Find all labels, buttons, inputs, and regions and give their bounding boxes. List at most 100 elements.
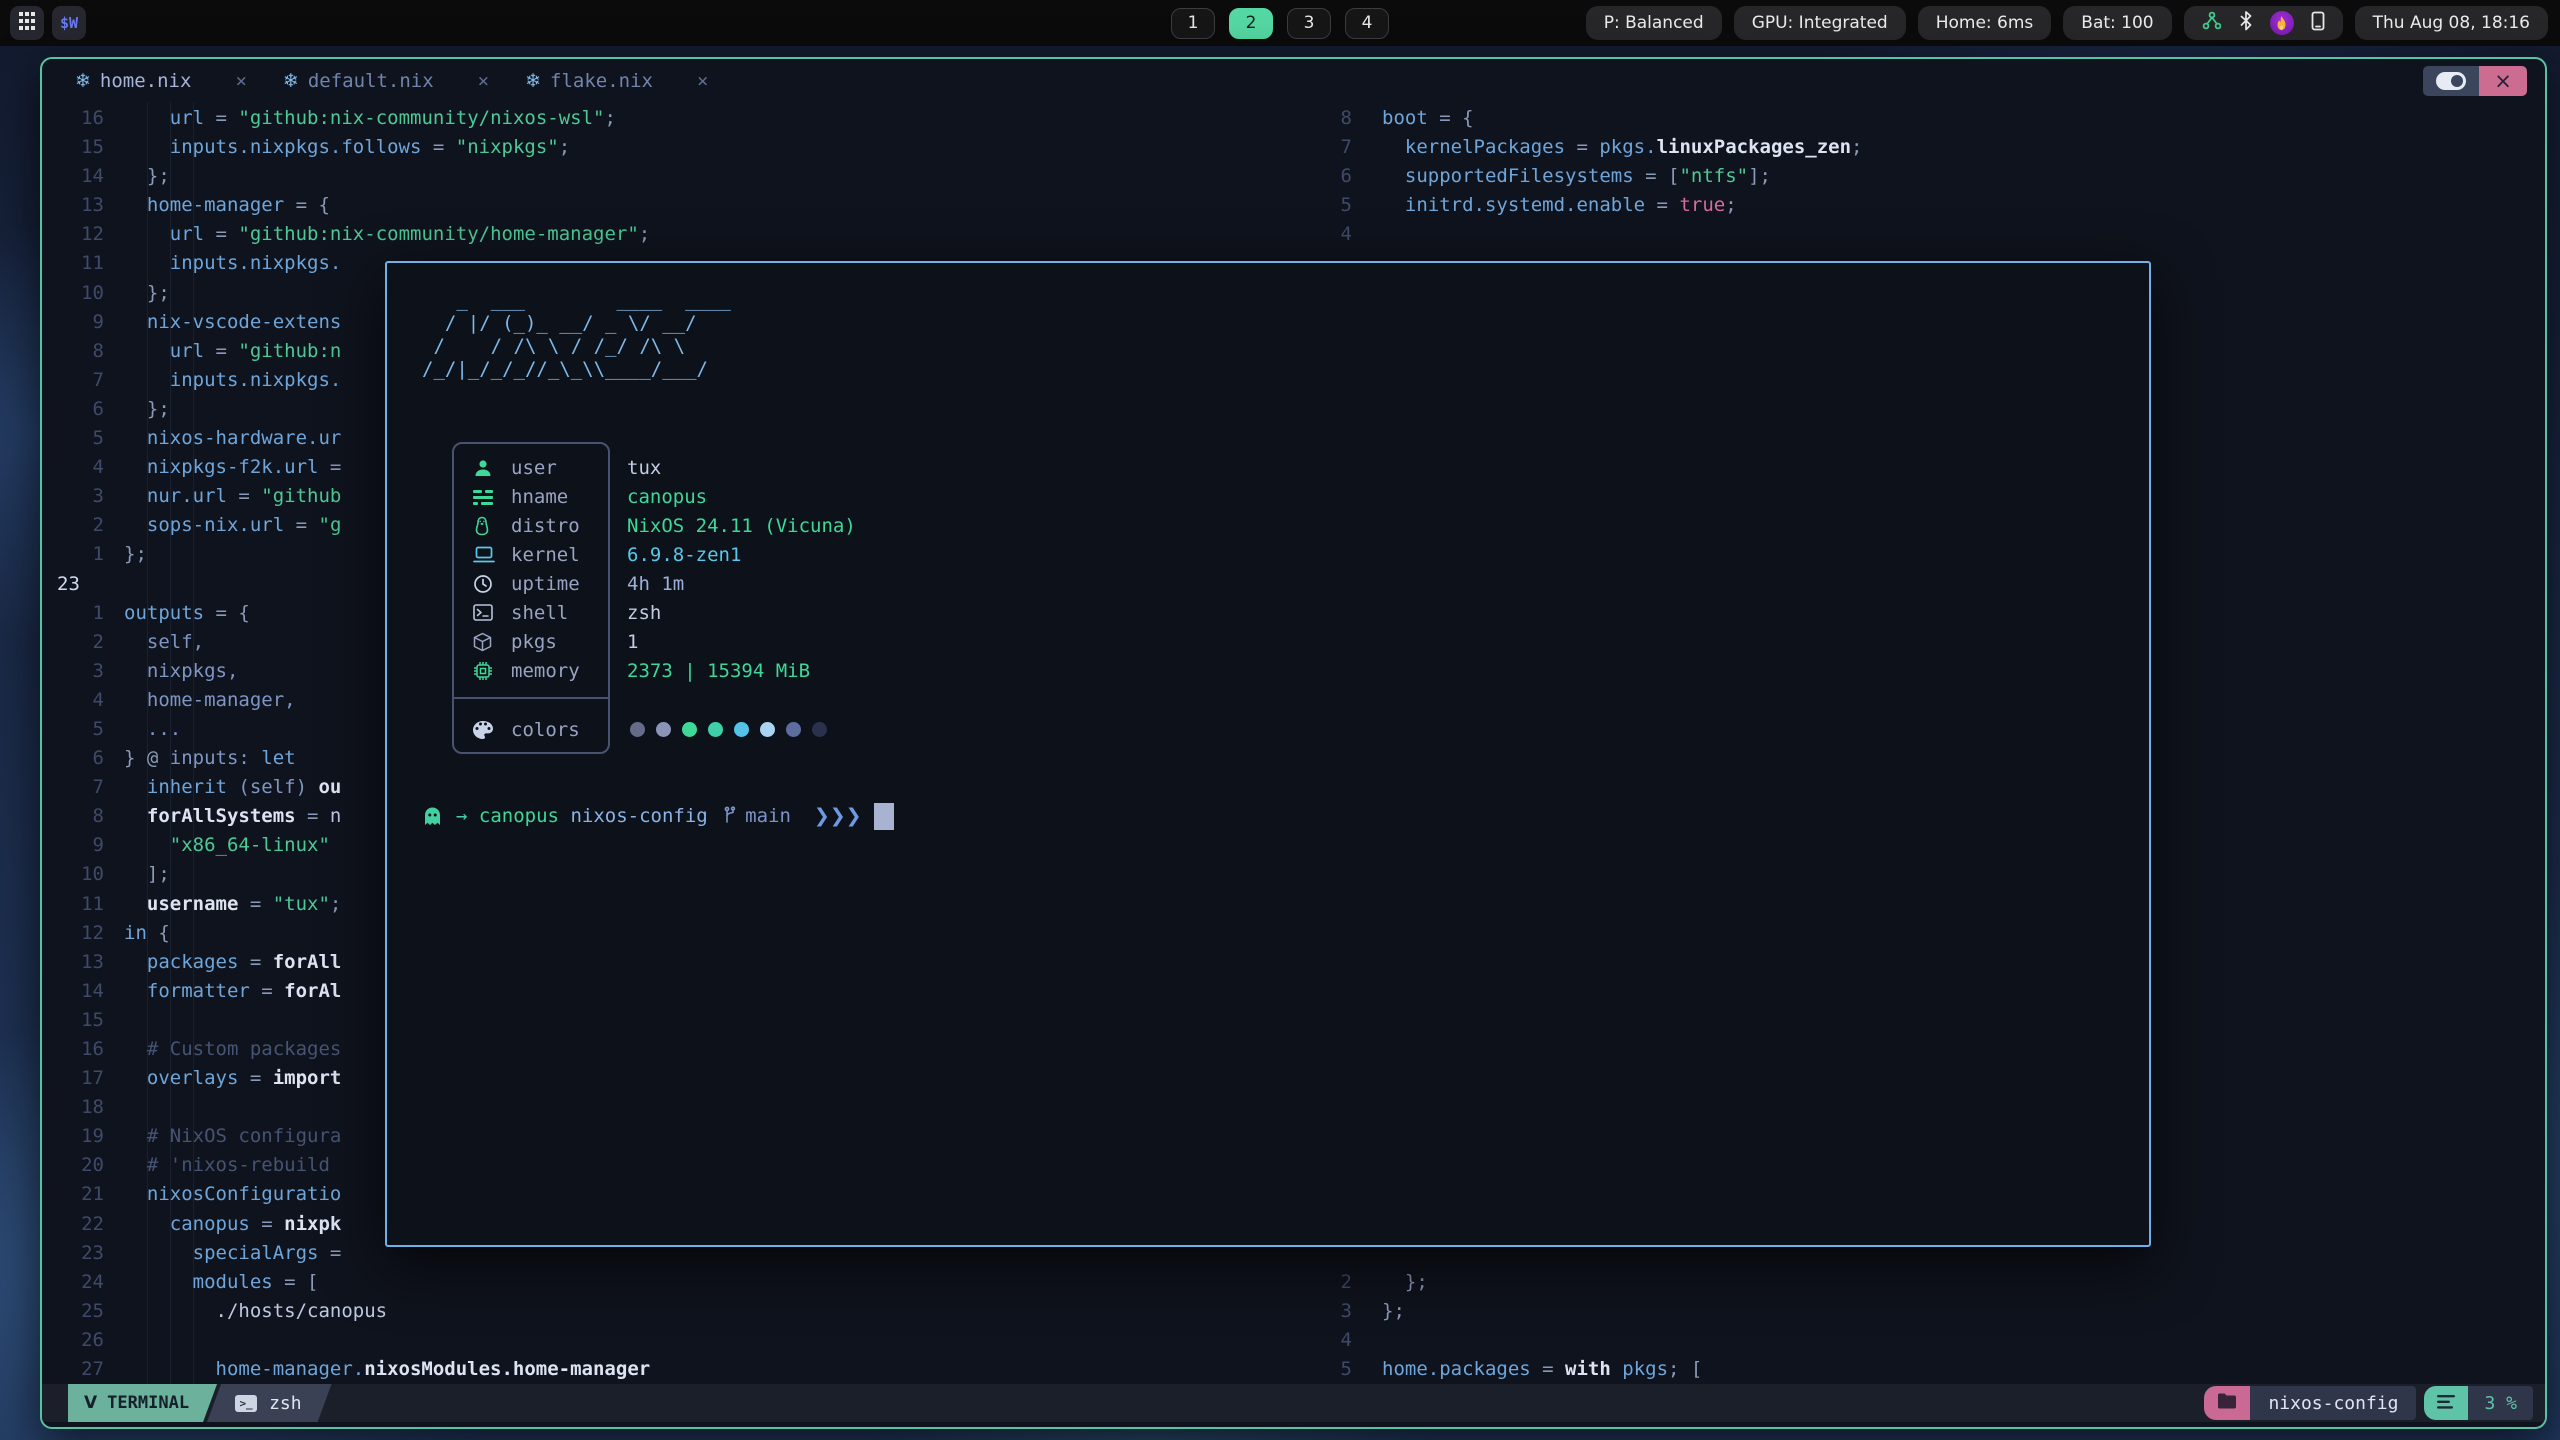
status-pill[interactable]: P: Balanced: [1586, 6, 1722, 40]
folder-icon: [2217, 1393, 2237, 1413]
line-number: 3: [42, 657, 104, 686]
special-workspace-button[interactable]: $W: [52, 6, 86, 40]
fetch-row: distro NixOS 24.11 (Vicuna): [387, 511, 2149, 540]
code-row: 12 url = "github:nix-community/home-mana…: [42, 220, 1298, 249]
special-workspace-label: $W: [60, 14, 78, 32]
line-number: 17: [42, 1064, 104, 1093]
line-number: 6: [1300, 162, 1352, 191]
terminal-icon: >_: [235, 1395, 257, 1412]
status-pill[interactable]: Bat: 100: [2063, 6, 2171, 40]
line-number: 3: [1300, 1297, 1352, 1326]
line-number: 23: [42, 570, 104, 599]
line-number: 4: [42, 453, 104, 482]
penguin-icon: [473, 516, 497, 536]
status-pill[interactable]: GPU: Integrated: [1734, 6, 1906, 40]
close-icon: ×: [2494, 69, 2512, 93]
line-number: 10: [42, 860, 104, 889]
tab-close-icon[interactable]: ×: [235, 70, 246, 92]
code-row: 4: [1300, 1326, 2545, 1355]
line-number: 2: [42, 511, 104, 540]
line-number: 27: [42, 1355, 104, 1384]
line-number: 12: [42, 220, 104, 249]
network-icon[interactable]: [2202, 11, 2222, 36]
code-row: 14 };: [42, 162, 1298, 191]
line-number: 6: [42, 744, 104, 773]
fetch-row: pkgs 1: [387, 627, 2149, 656]
fetch-row: user tux: [387, 453, 2149, 482]
code-row: 8 boot = {: [1300, 104, 2545, 133]
floating-terminal[interactable]: _ ___ ____ ____ / |/ (_)_ __/ _ \/ __/ /…: [385, 261, 2151, 1247]
line-number: 7: [42, 773, 104, 802]
fetch-separator: [452, 697, 610, 699]
editor-tab[interactable]: ❄ default.nix ×: [283, 70, 489, 92]
line-number: 24: [42, 1268, 104, 1297]
bluetooth-icon[interactable]: [2239, 11, 2253, 36]
shell-icon: [473, 604, 497, 621]
line-number: 2: [42, 628, 104, 657]
line-number: 11: [42, 890, 104, 919]
editor-window: ❄ home.nix × ❄ default.nix × ❄ flake.nix…: [40, 57, 2547, 1429]
line-number: 12: [42, 919, 104, 948]
code-row: 6 supportedFilesystems = ["ntfs"];: [1300, 162, 2545, 191]
shell-segment[interactable]: >_ zsh: [207, 1384, 332, 1422]
repo-segment[interactable]: nixos-config: [2250, 1386, 2416, 1420]
line-number: 6: [42, 395, 104, 424]
user-icon: [473, 458, 497, 478]
window-toggle-button[interactable]: [2423, 66, 2479, 96]
mode-label: TERMINAL: [107, 1393, 189, 1413]
repo-label: nixos-config: [2268, 1393, 2398, 1414]
line-number: 2: [1300, 1268, 1352, 1297]
flameshot-icon[interactable]: [2270, 11, 2294, 35]
hostname-icon: [473, 489, 497, 505]
fetch-value: tux: [627, 457, 661, 479]
chip-icon: [473, 661, 497, 681]
top-bar: $W 1234 P: Balanced GPU: Integrated Home: …: [0, 0, 2560, 46]
workspace-button[interactable]: 2: [1229, 8, 1273, 39]
terminal-cursor: [874, 803, 894, 830]
palette-icon: [473, 721, 497, 739]
status-pill[interactable]: Home: 6ms: [1918, 6, 2052, 40]
line-number: 15: [42, 1006, 104, 1035]
prompt-chevrons: ❯❯❯: [814, 801, 862, 831]
tab-close-icon[interactable]: ×: [478, 70, 489, 92]
tab-close-icon[interactable]: ×: [697, 70, 708, 92]
line-number: 4: [42, 686, 104, 715]
package-icon: [473, 632, 497, 652]
editor-tab[interactable]: ❄ home.nix ×: [75, 70, 247, 92]
workspace-button[interactable]: 3: [1287, 8, 1331, 39]
scroll-percent-segment: 3 %: [2468, 1386, 2533, 1420]
status-bar: V TERMINAL >_ zsh nixos-config 3 %: [42, 1384, 2545, 1422]
nix-snowflake-icon: ❄: [283, 70, 299, 92]
system-tray: [2184, 6, 2343, 40]
tab-bar: ❄ home.nix × ❄ default.nix × ❄ flake.nix…: [42, 59, 2545, 102]
line-number: 16: [42, 1035, 104, 1064]
fetch-value: 6.9.8-zen1: [627, 544, 741, 566]
fetch-value: 1: [627, 631, 638, 653]
line-number: 10: [42, 279, 104, 308]
code-row: 15 inputs.nixpkgs.follows = "nixpkgs";: [42, 133, 1298, 162]
window-close-button[interactable]: ×: [2479, 66, 2527, 96]
line-number: 25: [42, 1297, 104, 1326]
fetch-value: NixOS 24.11 (Vicuna): [627, 515, 856, 537]
clock[interactable]: Thu Aug 08, 18:16: [2355, 6, 2548, 40]
phone-icon[interactable]: [2311, 11, 2325, 36]
code-row: 7 kernelPackages = pkgs.linuxPackages_ze…: [1300, 133, 2545, 162]
line-number: 20: [42, 1151, 104, 1180]
editor-area: 16 url = "github:nix-community/nixos-wsl…: [42, 102, 2545, 1384]
tab-label: flake.nix: [550, 70, 653, 92]
shell-prompt[interactable]: → canopus nixos-config main ❯❯❯: [422, 801, 894, 831]
app-launcher-button[interactable]: [10, 6, 44, 40]
line-number: 5: [42, 715, 104, 744]
line-number: 26: [42, 1326, 104, 1355]
workspace-button[interactable]: 1: [1171, 8, 1215, 39]
line-number: 13: [42, 191, 104, 220]
line-number: 5: [1300, 191, 1352, 220]
fetch-value: 2373 | 15394 MiB: [627, 660, 810, 682]
topbar-pills: P: Balanced GPU: Integrated Home: 6ms Bat: …: [1586, 6, 2172, 40]
editor-tab[interactable]: ❄ flake.nix ×: [525, 70, 708, 92]
line-number: 8: [1300, 104, 1352, 133]
workspace-button[interactable]: 4: [1345, 8, 1389, 39]
tab-label: default.nix: [308, 70, 434, 92]
code-row: 13 home-manager = {: [42, 191, 1298, 220]
line-number: 19: [42, 1122, 104, 1151]
